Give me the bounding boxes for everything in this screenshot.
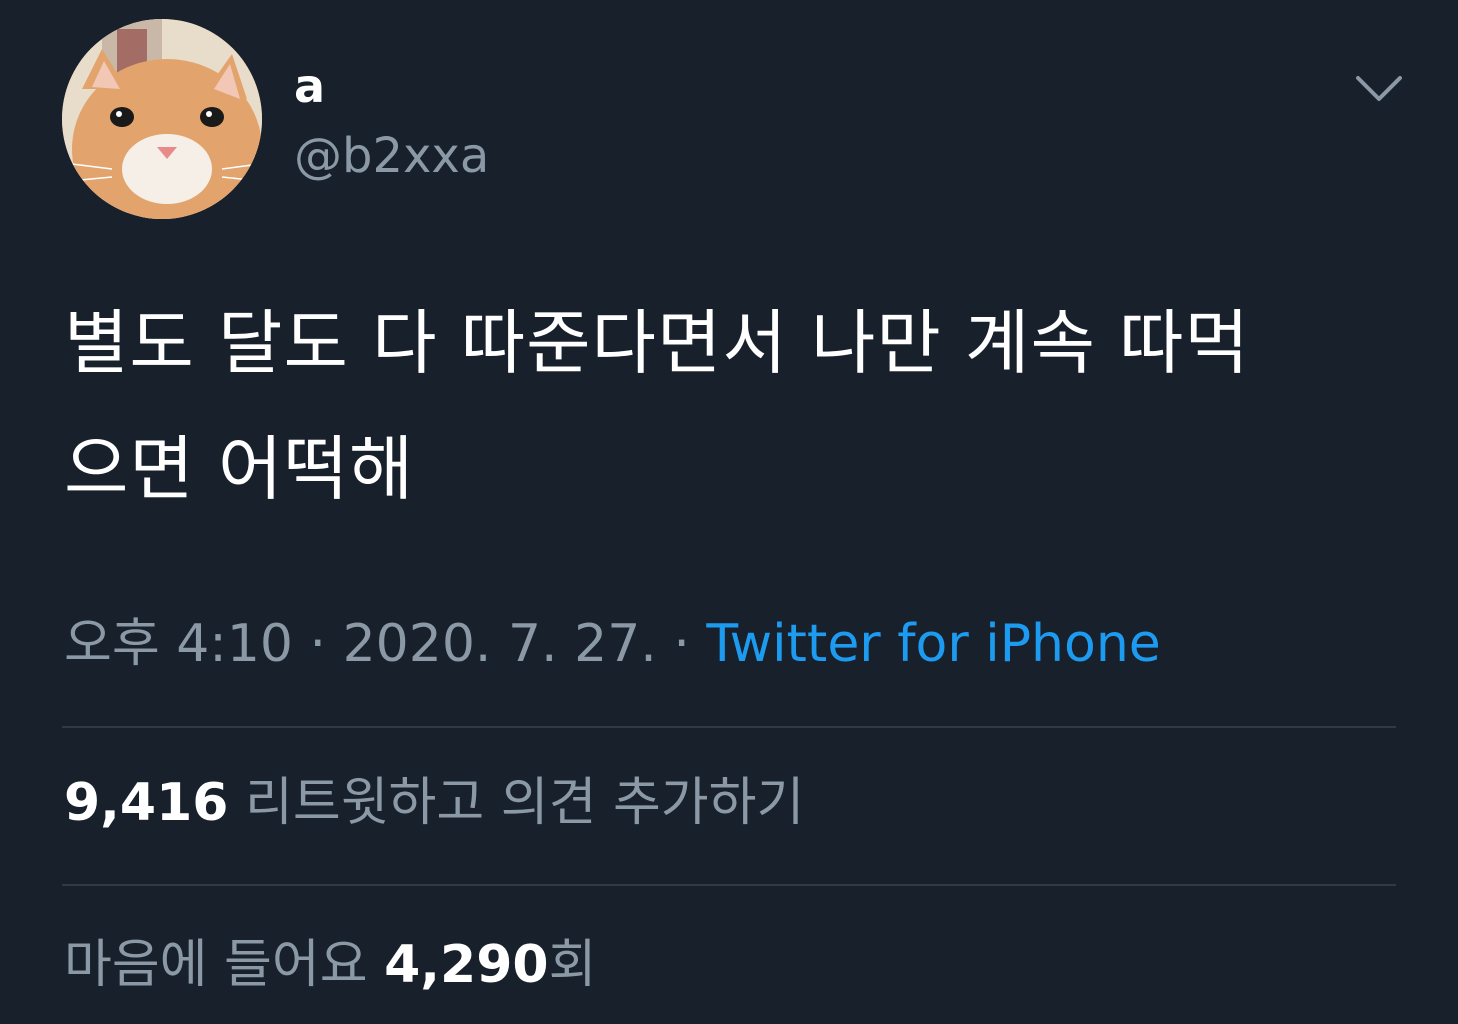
tweet-date[interactable]: 2020. 7. 27.	[343, 614, 657, 674]
meta-separator: ·	[673, 614, 690, 674]
retweets-stat[interactable]: 9,416 리트윗하고 의견 추가하기	[64, 768, 804, 838]
avatar[interactable]	[62, 19, 262, 219]
display-name[interactable]: a	[294, 56, 325, 116]
tweet-text: 별도 달도 다 따준다면서 나만 계속 따먹으면 어떡해	[64, 280, 1404, 532]
retweets-count: 9,416	[64, 773, 229, 833]
likes-count: 4,290	[384, 935, 549, 995]
chevron-down-icon[interactable]	[1352, 64, 1406, 112]
likes-stat[interactable]: 마음에 들어요 4,290회	[64, 930, 596, 1000]
retweets-label: 리트윗하고 의견 추가하기	[245, 773, 805, 833]
cat-avatar-image	[62, 19, 262, 219]
tweet-text-line-2: 으면 어떡해	[64, 428, 415, 510]
tweet-time[interactable]: 오후 4:10	[64, 614, 293, 674]
user-handle[interactable]: @b2xxa	[294, 126, 489, 186]
tweet-text-line-1: 별도 달도 다 따준다면서 나만 계속 따먹	[64, 302, 1250, 384]
divider	[62, 726, 1396, 728]
likes-label: 마음에 들어요	[64, 935, 368, 995]
tweet-detail: a @b2xxa 별도 달도 다 따준다면서 나만 계속 따먹으면 어떡해 오후…	[0, 0, 1458, 1024]
tweet-metadata: 오후 4:10 · 2020. 7. 27. · Twitter for iPh…	[64, 608, 1161, 680]
likes-suffix: 회	[548, 935, 597, 995]
meta-separator: ·	[309, 614, 327, 674]
divider	[62, 884, 1396, 886]
tweet-source-link[interactable]: Twitter for iPhone	[706, 614, 1160, 674]
